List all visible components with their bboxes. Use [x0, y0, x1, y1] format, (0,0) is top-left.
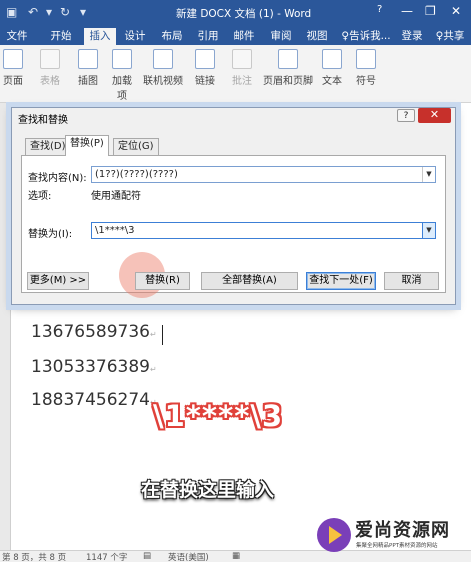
watermark-logo: 爱尚资源网 集聚全网精品PPT素材资源的网站 [313, 516, 471, 556]
replace-panel: 查找内容(N): (1??)(????)(????) ▼ 选项: 使用通配符 替… [21, 155, 446, 298]
restore-button[interactable]: ❐ [425, 4, 436, 18]
ribbon-tabs: 文件 开始 插入 设计 布局 引用 邮件 审阅 视图 ♀告诉我... 登录 ♀共… [0, 26, 471, 45]
page-icon [3, 49, 23, 69]
ribbon-comment-label: 批注 [232, 76, 252, 87]
ribbon-pages-label: 页面 [3, 76, 23, 87]
tab-insert[interactable]: 插入 [84, 28, 116, 45]
replace-all-button[interactable]: 全部替换(A) [201, 272, 298, 290]
find-what-label: 查找内容(N): [28, 173, 87, 184]
phone-number-text: 13053376389 [31, 357, 150, 377]
ribbon-links-button[interactable]: 链接 [192, 49, 218, 87]
tab-layout[interactable]: 布局 [157, 28, 187, 45]
tab-goto[interactable]: 定位(G) [113, 138, 159, 155]
options-value: 使用通配符 [91, 191, 141, 202]
redo-icon[interactable]: ↻ [60, 5, 70, 19]
tab-find[interactable]: 查找(D) [25, 138, 71, 155]
addins-icon [112, 49, 132, 69]
page-count[interactable]: 第 8 页，共 8 页 [2, 551, 66, 562]
ribbon-online-video-label: 联机视频 [143, 76, 183, 87]
illustration-icon [78, 49, 98, 69]
close-window-button[interactable]: ✕ [451, 4, 461, 18]
replace-button[interactable]: 替换(R) [135, 272, 190, 290]
undo-icon[interactable]: ↶ [28, 5, 38, 19]
undo-dropdown-icon[interactable]: ▾ [46, 5, 52, 19]
paragraph-mark-icon: ↵ [149, 330, 157, 339]
ribbon-illustrations-button[interactable]: 插图 [74, 49, 102, 87]
vertical-ruler [0, 103, 11, 550]
minimize-button[interactable]: — [401, 4, 413, 18]
dialog-title: 查找和替换 [18, 115, 68, 126]
watermark-name: 爱尚资源网 [355, 520, 450, 541]
ribbon-pages-button[interactable]: 页面 [1, 49, 25, 87]
text-cursor [162, 325, 163, 345]
more-button[interactable]: 更多(M) >> [27, 272, 89, 290]
video-icon [153, 49, 173, 69]
header-footer-icon [278, 49, 298, 69]
ribbon-table-button[interactable]: 表格 [35, 49, 65, 87]
document-line[interactable]: 18837456274↵ [31, 390, 157, 410]
save-icon[interactable]: ▣ [6, 5, 17, 19]
customize-qat-icon[interactable]: ▾ [80, 5, 86, 19]
dialog-close-button[interactable]: ✕ [418, 108, 451, 123]
tell-me-search[interactable]: ♀告诉我... [338, 28, 394, 45]
find-replace-dialog: 查找和替换 ? ✕ 查找(D) 替换(P) 定位(G) 查找内容(N): (1?… [11, 107, 456, 305]
phone-number-text: 13676589736 [31, 322, 150, 342]
ribbon-comment-button[interactable]: 批注 [229, 49, 255, 87]
find-dropdown-arrow-icon[interactable]: ▼ [422, 167, 435, 182]
tab-review[interactable]: 审阅 [266, 28, 296, 45]
symbol-icon [356, 49, 376, 69]
ribbon-symbols-label: 符号 [356, 76, 376, 87]
phone-number-text: 18837456274 [31, 390, 150, 410]
tab-file[interactable]: 文件 [4, 28, 30, 45]
options-label: 选项: [28, 191, 52, 202]
replace-dropdown-arrow-icon[interactable]: ▼ [422, 223, 435, 238]
replace-with-value: \1****\3 [95, 225, 135, 236]
dialog-help-button[interactable]: ? [397, 109, 415, 122]
replace-with-label: 替换为(I): [28, 229, 73, 240]
find-next-button[interactable]: 查找下一处(F) [306, 272, 376, 290]
text-icon [322, 49, 342, 69]
document-line[interactable]: 13053376389↵ [31, 357, 157, 377]
replace-with-input[interactable]: \1****\3 ▼ [91, 222, 436, 239]
table-icon [40, 49, 60, 69]
ribbon: 页面 表格 插图 加载项 联机视频 链接 批注 页眉和页脚 文本 符号 [0, 45, 471, 103]
ribbon-symbols-button[interactable]: 符号 [353, 49, 379, 87]
language-indicator[interactable]: 英语(美国) [168, 551, 209, 562]
proofing-icon[interactable]: ▤ [143, 551, 151, 561]
link-icon [195, 49, 215, 69]
title-bar: ▣ ↶ ▾ ↻ ▾ 新建 DOCX 文档 (1) - Word ? — ❐ ✕ [0, 0, 471, 26]
ribbon-header-footer-label: 页眉和页脚 [263, 76, 313, 87]
window-title: 新建 DOCX 文档 (1) - Word [176, 8, 312, 20]
document-line[interactable]: 13676589736↵ [31, 322, 157, 342]
play-logo-icon [317, 518, 351, 552]
sign-in-link[interactable]: 登录 [398, 28, 426, 45]
ribbon-illustrations-label: 插图 [78, 76, 98, 87]
ribbon-text-button[interactable]: 文本 [319, 49, 345, 87]
word-count[interactable]: 1147 个字 [86, 551, 127, 562]
tab-view[interactable]: 视图 [302, 28, 332, 45]
tab-design[interactable]: 设计 [120, 28, 150, 45]
overlay-code-annotation: \1****\3 [153, 399, 284, 433]
share-button[interactable]: ♀共享 [430, 28, 470, 45]
ribbon-online-video-button[interactable]: 联机视频 [141, 49, 185, 87]
tab-replace[interactable]: 替换(P) [65, 135, 109, 156]
ribbon-text-label: 文本 [322, 76, 342, 87]
find-what-input[interactable]: (1??)(????)(????) ▼ [91, 166, 436, 183]
comment-icon [232, 49, 252, 69]
video-caption: 在替换这里输入 [141, 479, 275, 501]
cancel-button[interactable]: 取消 [384, 272, 439, 290]
ribbon-table-label: 表格 [40, 76, 60, 87]
tab-references[interactable]: 引用 [193, 28, 223, 45]
macro-icon[interactable]: ▦ [232, 551, 240, 561]
watermark-tagline: 集聚全网精品PPT素材资源的网站 [356, 543, 438, 549]
tab-home[interactable]: 开始 [47, 28, 75, 45]
ribbon-links-label: 链接 [195, 76, 215, 87]
ribbon-addins-label: 加载项 [112, 76, 132, 102]
paragraph-mark-icon: ↵ [149, 365, 157, 374]
tab-mailings[interactable]: 邮件 [229, 28, 259, 45]
ribbon-header-footer-button[interactable]: 页眉和页脚 [262, 49, 314, 87]
find-what-value: (1??)(????)(????) [95, 169, 178, 180]
ribbon-addins-button[interactable]: 加载项 [108, 49, 136, 102]
ribbon-display-icon[interactable]: ? [377, 4, 382, 15]
